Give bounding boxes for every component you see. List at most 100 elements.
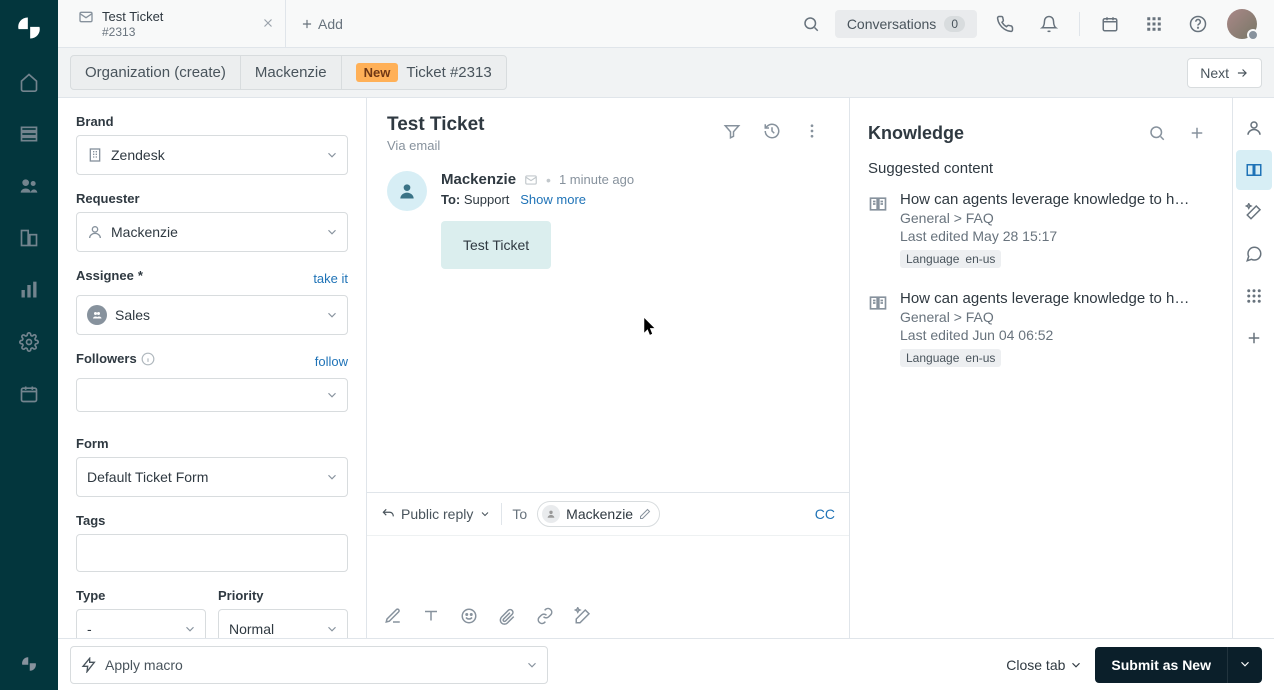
composer-textarea[interactable] bbox=[367, 536, 849, 594]
close-tab-label: Close tab bbox=[1006, 657, 1065, 673]
lang-value: en-us bbox=[965, 351, 995, 365]
followers-select[interactable] bbox=[76, 378, 348, 412]
attachment-icon[interactable] bbox=[491, 600, 523, 632]
show-more-link[interactable]: Show more bbox=[520, 192, 586, 207]
reply-mode-label: Public reply bbox=[401, 506, 473, 522]
breadcrumb: Organization (create) Mackenzie NewTicke… bbox=[70, 55, 507, 90]
calendar-icon[interactable] bbox=[1090, 4, 1130, 44]
article-icon bbox=[868, 194, 888, 268]
conversations-button[interactable]: Conversations 0 bbox=[835, 10, 977, 38]
nav-zendesk-small-icon[interactable] bbox=[0, 638, 58, 690]
nav-calendar-icon[interactable] bbox=[0, 368, 58, 420]
filter-icon[interactable] bbox=[715, 114, 749, 148]
submit-button[interactable]: Submit as New bbox=[1095, 647, 1227, 683]
compose-note-icon[interactable] bbox=[377, 600, 409, 632]
form-select[interactable]: Default Ticket Form bbox=[76, 457, 348, 497]
type-select[interactable]: - bbox=[76, 609, 206, 638]
separator-dot: • bbox=[546, 172, 551, 188]
reply-mode-select[interactable]: Public reply bbox=[381, 506, 491, 522]
lang-value: en-us bbox=[965, 252, 995, 266]
nav-admin-icon[interactable] bbox=[0, 316, 58, 368]
conversation-pane: Test Ticket Via email bbox=[367, 98, 850, 638]
chevron-down-icon bbox=[325, 470, 339, 484]
to-value: Support bbox=[464, 192, 510, 207]
nav-customers-icon[interactable] bbox=[0, 160, 58, 212]
info-icon[interactable] bbox=[141, 352, 155, 366]
tab-title: Test Ticket bbox=[102, 9, 163, 24]
apply-macro-select[interactable]: Apply macro bbox=[70, 646, 548, 684]
add-tab-button[interactable]: Add bbox=[286, 16, 357, 32]
chevron-down-icon bbox=[325, 388, 339, 402]
knowledge-item-path: General > FAQ bbox=[900, 309, 1190, 325]
ticket-tab[interactable]: Test Ticket #2313 bbox=[66, 0, 286, 48]
pencil-icon bbox=[639, 508, 651, 520]
help-icon[interactable] bbox=[1178, 4, 1218, 44]
nav-views-icon[interactable] bbox=[0, 108, 58, 160]
knowledge-item[interactable]: How can agents leverage knowledge to hel… bbox=[868, 290, 1214, 367]
link-icon[interactable] bbox=[529, 600, 561, 632]
user-context-icon[interactable] bbox=[1236, 108, 1272, 148]
crumb-user[interactable]: Mackenzie bbox=[240, 55, 342, 90]
breadcrumb-bar: Organization (create) Mackenzie NewTicke… bbox=[58, 48, 1274, 98]
sparkle-icon[interactable] bbox=[1236, 192, 1272, 232]
lang-label: Language bbox=[906, 252, 959, 266]
chat-icon[interactable] bbox=[1236, 234, 1272, 274]
history-icon[interactable] bbox=[755, 114, 789, 148]
add-app-icon[interactable] bbox=[1236, 318, 1272, 358]
chevron-down-icon bbox=[325, 308, 339, 322]
profile-avatar[interactable] bbox=[1222, 4, 1262, 44]
next-button[interactable]: Next bbox=[1187, 58, 1262, 88]
type-value: - bbox=[87, 621, 92, 637]
form-value: Default Ticket Form bbox=[87, 469, 208, 485]
chevron-down-icon bbox=[1069, 658, 1083, 672]
nav-reporting-icon[interactable] bbox=[0, 264, 58, 316]
nav-organizations-icon[interactable] bbox=[0, 212, 58, 264]
person-icon bbox=[87, 224, 103, 240]
close-tab-button[interactable]: Close tab bbox=[1006, 657, 1083, 673]
recipient-chip[interactable]: Mackenzie bbox=[537, 501, 660, 527]
ticket-properties-sidebar: Brand Zendesk Requester bbox=[58, 98, 367, 638]
top-bar: Test Ticket #2313 Add Conversations 0 bbox=[58, 0, 1274, 48]
assignee-select[interactable]: Sales bbox=[76, 295, 348, 335]
bell-icon[interactable] bbox=[1029, 4, 1069, 44]
phone-icon[interactable] bbox=[985, 4, 1025, 44]
followers-label: Followers bbox=[76, 351, 155, 366]
emoji-icon[interactable] bbox=[453, 600, 485, 632]
assignee-label: Assignee* bbox=[76, 268, 143, 283]
submit-dropdown[interactable] bbox=[1227, 647, 1262, 683]
tags-input[interactable] bbox=[76, 534, 348, 572]
knowledge-search-icon[interactable] bbox=[1140, 116, 1174, 150]
take-it-link[interactable]: take it bbox=[313, 271, 348, 286]
chevron-down-icon bbox=[479, 508, 491, 520]
requester-select[interactable]: Mackenzie bbox=[76, 212, 348, 252]
crumb-ticket[interactable]: NewTicket #2313 bbox=[341, 55, 507, 90]
zendesk-logo bbox=[13, 8, 45, 48]
knowledge-item-edited: Last edited May 28 15:17 bbox=[900, 228, 1190, 244]
type-label: Type bbox=[76, 588, 206, 603]
status-badge-new: New bbox=[356, 63, 399, 82]
cc-button[interactable]: CC bbox=[815, 506, 835, 522]
magic-wand-icon[interactable] bbox=[567, 600, 599, 632]
nav-rail bbox=[0, 0, 58, 690]
knowledge-item[interactable]: How can agents leverage knowledge to hel… bbox=[868, 191, 1214, 268]
composer: Public reply To Mackenzie CC bbox=[367, 492, 849, 638]
ticket-footer: Apply macro Close tab Submit as New bbox=[58, 638, 1274, 690]
arrow-right-icon bbox=[1235, 66, 1249, 80]
knowledge-item-path: General > FAQ bbox=[900, 210, 1190, 226]
requester-value: Mackenzie bbox=[111, 224, 178, 240]
more-icon[interactable] bbox=[795, 114, 829, 148]
nav-home-icon[interactable] bbox=[0, 56, 58, 108]
follow-link[interactable]: follow bbox=[315, 354, 348, 369]
crumb-organization[interactable]: Organization (create) bbox=[70, 55, 241, 90]
knowledge-add-icon[interactable] bbox=[1180, 116, 1214, 150]
apps-grid-icon[interactable] bbox=[1134, 4, 1174, 44]
search-icon[interactable] bbox=[791, 4, 831, 44]
knowledge-context-icon[interactable] bbox=[1236, 150, 1272, 190]
close-icon[interactable] bbox=[261, 16, 275, 30]
priority-select[interactable]: Normal bbox=[218, 609, 348, 638]
ticket-via: Via email bbox=[387, 138, 485, 153]
next-label: Next bbox=[1200, 65, 1229, 81]
brand-select[interactable]: Zendesk bbox=[76, 135, 348, 175]
apps-icon[interactable] bbox=[1236, 276, 1272, 316]
text-format-icon[interactable] bbox=[415, 600, 447, 632]
